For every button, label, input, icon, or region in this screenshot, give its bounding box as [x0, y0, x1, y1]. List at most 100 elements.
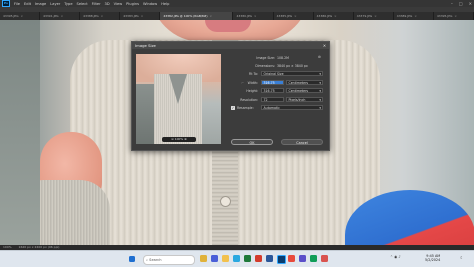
dimensions-value: 3840 px × 3840 px [277, 64, 308, 68]
maximize-icon[interactable]: □ [459, 1, 463, 6]
close-icon[interactable]: × [21, 14, 24, 18]
clock[interactable]: 9:45 AM 5/2/2024 [425, 254, 440, 262]
menu-view[interactable]: View [114, 2, 123, 6]
menu-edit[interactable]: Edit [24, 2, 31, 6]
preview-background [136, 84, 154, 144]
powerpoint-icon[interactable] [255, 255, 262, 262]
close-icon[interactable]: × [210, 14, 213, 18]
canvas-photo-background [0, 20, 40, 245]
document-tab[interactable]: 43379.JPG × [354, 12, 394, 20]
document-info[interactable]: 1620 px x 2400 px (96 ppi) [19, 245, 60, 249]
width-unit-value: Centimeters [288, 81, 309, 85]
close-icon[interactable]: × [294, 14, 297, 18]
search-icon: ⌕ [146, 258, 149, 262]
chrome-icon[interactable] [288, 255, 295, 262]
resolution-input[interactable]: 72 [261, 97, 284, 102]
document-tab[interactable]: 43388.JPG × [80, 12, 121, 20]
chevron-down-icon: ▾ [319, 81, 321, 85]
tab-label: 43386.JPG [316, 14, 333, 18]
close-icon[interactable]: × [374, 14, 377, 18]
width-input[interactable]: 316.75 [261, 80, 284, 85]
menu-select[interactable]: Select [77, 2, 88, 6]
close-icon[interactable]: × [414, 14, 417, 18]
resolution-unit-select[interactable]: Pixels/Inch ▾ [286, 97, 323, 102]
height-input[interactable]: 316.75 [261, 88, 284, 93]
resample-select[interactable]: Automatic ▾ [261, 105, 323, 110]
tab-label: 43389.JPG [396, 14, 413, 18]
image-size-dialog: Image Size ✕ ⊖ 100% ⊕ Image Size: 108.2M… [131, 41, 330, 151]
widgets-icon[interactable] [200, 255, 207, 262]
dialog-titlebar[interactable]: Image Size ✕ [132, 42, 329, 49]
document-tab[interactable]: 43389.JPG × [394, 12, 434, 20]
image-size-label: Image Size: [256, 56, 275, 60]
preview-zoom-control[interactable]: ⊖ 100% ⊕ [162, 137, 196, 142]
close-icon[interactable]: × [454, 14, 457, 18]
canvas-photo-mouth [205, 20, 251, 32]
excel-icon[interactable] [244, 255, 251, 262]
chevron-down-icon: ▾ [319, 72, 321, 76]
document-tab[interactable]: 43385.JPG × [274, 12, 314, 20]
height-unit-select[interactable]: Centimeters ▾ [286, 88, 323, 93]
chevron-down-icon: ▾ [319, 98, 321, 102]
photoshop-taskbar-icon[interactable] [277, 255, 286, 264]
resample-checkbox[interactable]: ✓ [231, 106, 235, 110]
close-icon[interactable]: ✕ [323, 42, 326, 49]
close-icon[interactable]: × [61, 14, 64, 18]
close-icon[interactable]: × [334, 14, 337, 18]
search-input[interactable]: ⌕ Search [143, 255, 195, 265]
menu-window[interactable]: Window [143, 2, 157, 6]
menu-help[interactable]: Help [161, 2, 169, 6]
fit-to-select[interactable]: Original Size ▾ [261, 71, 323, 76]
app-icon[interactable] [321, 255, 328, 262]
dialog-title: Image Size [135, 43, 156, 48]
cancel-button[interactable]: Cancel [281, 139, 323, 145]
resolution-unit-value: Pixels/Inch [288, 98, 306, 102]
menu-plugins[interactable]: Plugins [126, 2, 139, 6]
close-icon[interactable]: ✕ [469, 1, 472, 6]
document-tab[interactable]: 43380.JPG × [233, 12, 274, 20]
menu-layer[interactable]: Layer [50, 2, 60, 6]
file-explorer-icon[interactable] [222, 255, 229, 262]
document-tab[interactable]: 43395.JPG × [434, 12, 474, 20]
document-tab-active[interactable]: 43382.JPG @ 100% (RGB/8#) × [160, 12, 234, 20]
canvas-photo-button [220, 196, 231, 207]
tab-label: 43382.JPG @ 100% (RGB/8#) [163, 14, 208, 18]
menu-type[interactable]: Type [64, 2, 72, 6]
close-icon[interactable]: × [254, 14, 257, 18]
gear-icon[interactable]: ⚙ [318, 55, 321, 59]
menu-filter[interactable]: Filter [92, 2, 101, 6]
link-constrain-icon[interactable]: ⌐ [234, 81, 244, 85]
app-icon[interactable] [310, 255, 317, 262]
notification-icon[interactable]: ☾ [460, 255, 464, 260]
task-view-icon[interactable] [211, 255, 218, 262]
menu-image[interactable]: Image [35, 2, 46, 6]
word-icon[interactable] [266, 255, 273, 262]
zoom-in-icon[interactable]: ⊕ [184, 137, 187, 141]
zoom-out-icon[interactable]: ⊖ [171, 137, 174, 141]
windows-start-icon[interactable] [129, 256, 135, 262]
document-tab[interactable]: 43383.JPG × [120, 12, 161, 20]
menu-3d[interactable]: 3D [105, 2, 110, 6]
document-tab-bar: 43395.JPG × 43391.JPG × 43388.JPG × 43383.J… [0, 12, 474, 20]
edge-browser-icon[interactable] [233, 255, 240, 262]
system-tray-icons[interactable]: ⌃ ◉ ♪ [390, 255, 401, 259]
close-icon[interactable]: × [101, 14, 104, 18]
document-tab[interactable]: 43395.JPG × [0, 12, 41, 20]
image-preview[interactable]: ⊖ 100% ⊕ [136, 54, 221, 144]
zoom-level[interactable]: 100% [3, 245, 12, 249]
resolution-label: Resolution: [240, 98, 258, 102]
document-tab[interactable]: 43391.JPG × [40, 12, 81, 20]
width-unit-select[interactable]: Centimeters ▾ [286, 80, 323, 85]
clock-date: 5/2/2024 [425, 258, 441, 262]
app-icon[interactable] [299, 255, 306, 262]
minimize-icon[interactable]: – [451, 1, 453, 6]
ok-button[interactable]: OK [231, 139, 273, 145]
document-tab[interactable]: 43386.JPG × [314, 12, 354, 20]
height-unit-value: Centimeters [288, 89, 309, 93]
chevron-down-icon: ▾ [319, 106, 321, 110]
chevron-down-icon: ▾ [319, 89, 321, 93]
tab-label: 43395.JPG [3, 14, 19, 18]
menu-file[interactable]: File [14, 2, 20, 6]
close-icon[interactable]: × [141, 14, 144, 18]
image-size-value: 108.2M [277, 56, 289, 60]
